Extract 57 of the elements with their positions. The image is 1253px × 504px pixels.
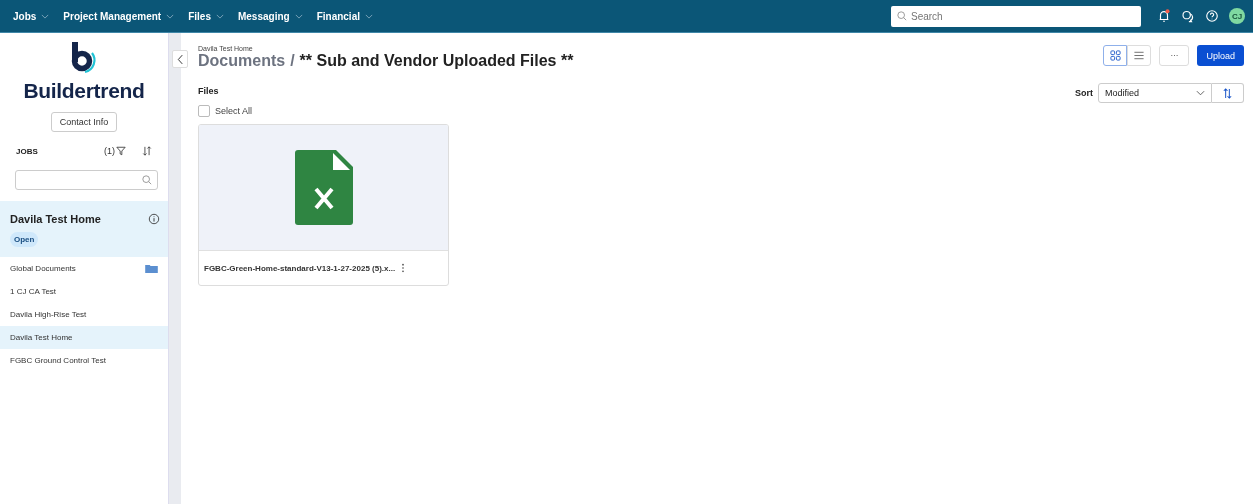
folder-title: ** Sub and Vendor Uploaded Files ** (299, 52, 574, 70)
chevron-down-icon (215, 13, 224, 19)
nav-menu[interactable]: Financial (310, 10, 379, 22)
chat-icon[interactable] (1181, 9, 1195, 23)
user-avatar[interactable]: CJ (1229, 8, 1245, 24)
search-field[interactable]: Search (891, 5, 1141, 27)
chevron-down-icon (365, 13, 373, 19)
chevron-down-icon (166, 13, 175, 19)
kebab-menu-icon[interactable] (401, 263, 406, 273)
list-view-button[interactable] (1127, 45, 1152, 66)
parent-folder-link[interactable]: Documents (198, 52, 286, 70)
current-job-name: Davila Test Home (10, 213, 101, 225)
sort-icon[interactable] (142, 146, 152, 156)
chevron-down-icon (1196, 90, 1205, 96)
sort-direction-button[interactable] (1212, 83, 1244, 103)
sort-dropdown[interactable]: Modified (1098, 83, 1212, 103)
path-separator: / (290, 52, 295, 70)
job-list-item[interactable]: 1 CJ CA Test (0, 280, 168, 303)
job-list-item[interactable]: FGBC Ground Control Test (0, 349, 168, 372)
list-icon (1133, 50, 1146, 61)
file-name: FGBC-Green-Home-standard-V13-1-27-2025 (5).x... (204, 263, 396, 273)
upload-button[interactable]: Upload (1197, 45, 1244, 66)
job-list-item[interactable]: Global Documents (0, 257, 168, 280)
filter-count: (1) (104, 146, 115, 156)
sort-order-icon (1222, 87, 1233, 99)
sort-label: Sort (1075, 88, 1093, 98)
bell-icon[interactable] (1157, 9, 1171, 23)
chevron-left-icon (176, 53, 184, 65)
search-icon (142, 175, 152, 185)
job-list-item[interactable]: Davila Test Home (0, 326, 168, 349)
collapse-button[interactable] (172, 50, 188, 68)
chevron-down-icon (41, 13, 50, 19)
spreadsheet-file-icon (294, 150, 353, 225)
nav-menu[interactable]: Jobs (7, 10, 56, 22)
brand-name: Buildertrend (23, 79, 145, 103)
search-icon (897, 10, 907, 21)
file-card[interactable]: FGBC-Green-Home-standard-V13-1-27-2025 (5).x... (198, 124, 449, 286)
contact-info-button[interactable]: Contact Info (50, 112, 118, 132)
logo-icon (69, 41, 99, 75)
more-button[interactable]: ··· (1159, 45, 1190, 66)
select-all-checkbox[interactable] (198, 105, 210, 117)
job-search-field[interactable] (15, 170, 158, 190)
status-badge: Open (10, 232, 39, 247)
files-heading: Files (198, 86, 220, 96)
info-icon[interactable] (148, 213, 160, 225)
select-all-label: Select All (215, 106, 253, 116)
grid-view-button[interactable] (1103, 45, 1128, 66)
nav-menu[interactable]: Files (182, 10, 230, 22)
help-icon[interactable] (1205, 9, 1219, 23)
grid-icon (1109, 50, 1121, 61)
folder-icon (145, 264, 158, 273)
filter-icon[interactable] (116, 146, 126, 156)
nav-menu[interactable]: Project Management (57, 10, 181, 22)
jobs-heading: JOBS (16, 146, 39, 156)
job-list-item[interactable]: Davila High-Rise Test (0, 303, 168, 326)
chevron-down-icon (294, 13, 303, 19)
nav-menu[interactable]: Messaging (231, 10, 309, 22)
